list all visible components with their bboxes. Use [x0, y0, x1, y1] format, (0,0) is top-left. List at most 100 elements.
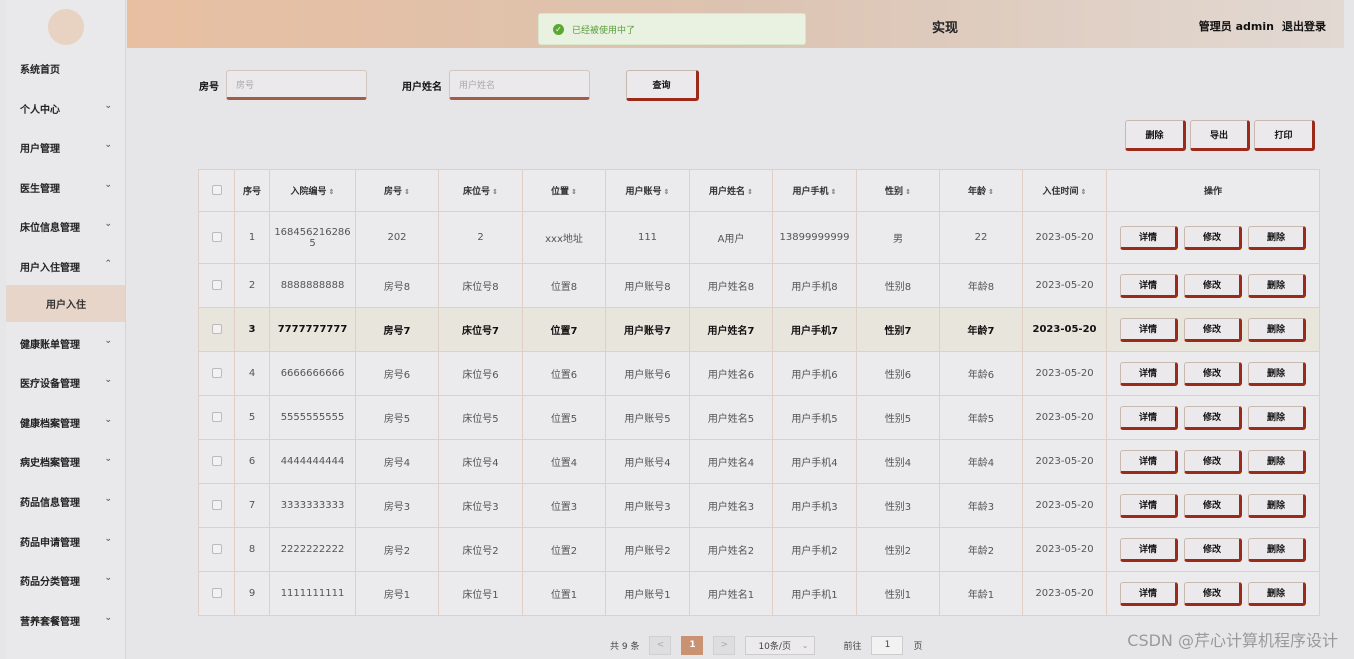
next-page-button[interactable]: > — [713, 635, 736, 655]
delete-button[interactable]: 删除 — [1248, 361, 1306, 386]
sort-icon[interactable]: ⇕ — [329, 188, 335, 196]
row-checkbox[interactable] — [211, 232, 222, 242]
edit-button[interactable]: 修改 — [1184, 581, 1242, 606]
sidebar-item-10[interactable]: 药品信息管理 ⌄ — [6, 481, 125, 521]
delete-button[interactable]: 删除 — [1248, 317, 1306, 342]
delete-button[interactable]: 删除 — [1248, 537, 1306, 562]
table-row[interactable]: 1 1684562162865 202 2 xxx地址 111 A用户 13899999999… — [198, 211, 1320, 264]
column-header[interactable]: 房号 ⇕ — [355, 169, 439, 212]
prev-page-button[interactable]: < — [649, 635, 672, 655]
sort-icon[interactable]: ⇕ — [905, 188, 911, 196]
table-cell: 男 — [856, 211, 940, 264]
goto-page-input[interactable]: 1 — [871, 635, 904, 655]
sort-icon[interactable]: ⇕ — [1081, 188, 1087, 196]
sort-icon[interactable]: ⇕ — [988, 188, 994, 196]
sidebar: 系统首页 个人中心 ⌄ 用户管理 ⌄ 医生管理 ⌄ 床位信息管理 ⌄ 用户入住管理 ⌃ 健康账单管理 ⌄… — [6, 0, 126, 659]
sidebar-item-2[interactable]: 用户管理 ⌄ — [6, 127, 125, 167]
detail-button[interactable]: 详情 — [1120, 317, 1178, 342]
edit-button[interactable]: 修改 — [1184, 537, 1242, 562]
detail-button[interactable]: 详情 — [1120, 449, 1178, 474]
print-button[interactable]: 打印 — [1254, 120, 1315, 151]
row-checkbox[interactable] — [211, 280, 222, 290]
edit-button[interactable]: 修改 — [1184, 317, 1242, 342]
room-input[interactable]: 房号 — [226, 70, 367, 100]
sidebar-item-4[interactable]: 床位信息管理 ⌄ — [6, 206, 125, 246]
detail-button[interactable]: 详情 — [1120, 493, 1178, 518]
page-size-select[interactable]: 10条/页 ⌄ — [745, 635, 816, 655]
table-cell: 用户手机2 — [772, 527, 857, 572]
batch-delete-button[interactable]: 删除 — [1125, 120, 1186, 151]
column-header[interactable]: 用户手机 ⇕ — [772, 169, 857, 212]
sidebar-item-7[interactable]: 医疗设备管理 ⌄ — [6, 362, 125, 402]
sidebar-item-0[interactable]: 系统首页 — [6, 48, 125, 88]
sidebar-subitem-user-checkin[interactable]: 用户入住 — [6, 285, 125, 322]
row-checkbox[interactable] — [211, 324, 222, 334]
table-row[interactable]: 7 3333333333 房号3 床位号3 位置3 用户账号3 用户姓名3 用户手机3 性别3 年… — [198, 483, 1320, 528]
table-row[interactable]: 6 4444444444 房号4 床位号4 位置4 用户账号4 用户姓名4 用户手机4 性别4 年… — [198, 439, 1320, 484]
sort-icon[interactable]: ⇕ — [492, 188, 498, 196]
column-header[interactable]: 性别 ⇕ — [856, 169, 940, 212]
sidebar-item-13[interactable]: 营养套餐管理 ⌄ — [6, 600, 125, 640]
table-cell: 2023-05-20 — [1022, 351, 1107, 396]
edit-button[interactable]: 修改 — [1184, 361, 1242, 386]
sort-icon[interactable]: ⇕ — [571, 188, 577, 196]
detail-button[interactable]: 详情 — [1120, 361, 1178, 386]
table-row[interactable]: 3 7777777777 房号7 床位号7 位置7 用户账号7 用户姓名7 用户手机7 性别7 年… — [198, 307, 1320, 352]
detail-button[interactable]: 详情 — [1120, 273, 1178, 298]
sidebar-item-9[interactable]: 病史档案管理 ⌄ — [6, 441, 125, 481]
detail-button[interactable]: 详情 — [1120, 537, 1178, 562]
sidebar-item-5[interactable]: 用户入住管理 ⌃ — [6, 246, 125, 286]
query-button[interactable]: 查询 — [626, 70, 699, 101]
delete-button[interactable]: 删除 — [1248, 493, 1306, 518]
sidebar-item-12[interactable]: 药品分类管理 ⌄ — [6, 560, 125, 600]
select-all-checkbox[interactable] — [211, 185, 222, 196]
table-row[interactable]: 5 5555555555 房号5 床位号5 位置5 用户账号5 用户姓名5 用户手机5 性别5 年… — [198, 395, 1320, 440]
sort-icon[interactable]: ⇕ — [404, 188, 410, 196]
sidebar-item-11[interactable]: 药品申请管理 ⌄ — [6, 521, 125, 561]
sort-icon[interactable]: ⇕ — [831, 188, 837, 196]
sidebar-item-6[interactable]: 健康账单管理 ⌄ — [6, 323, 125, 363]
table-row[interactable]: 9 1111111111 房号1 床位号1 位置1 用户账号1 用户姓名1 用户手机1 性别1 年… — [198, 571, 1320, 616]
page-1-button[interactable]: 1 — [681, 635, 704, 655]
export-button[interactable]: 导出 — [1190, 120, 1250, 151]
edit-button[interactable]: 修改 — [1184, 225, 1242, 250]
logout-link[interactable]: 退出登录 — [1282, 18, 1326, 34]
column-header-label: 用户姓名 — [709, 187, 746, 197]
detail-button[interactable]: 详情 — [1120, 405, 1178, 430]
edit-button[interactable]: 修改 — [1184, 493, 1242, 518]
table-row[interactable]: 2 8888888888 房号8 床位号8 位置8 用户账号8 用户姓名8 用户手机8 性别8 年… — [198, 263, 1320, 308]
column-header[interactable]: 入住时间 ⇕ — [1022, 169, 1107, 212]
sidebar-item-8[interactable]: 健康档案管理 ⌄ — [6, 402, 125, 442]
sort-icon[interactable]: ⇕ — [747, 188, 753, 196]
row-checkbox[interactable] — [211, 412, 222, 422]
row-checkbox[interactable] — [211, 588, 222, 598]
sidebar-item-3[interactable]: 医生管理 ⌄ — [6, 167, 125, 207]
column-header[interactable]: 位置 ⇕ — [522, 169, 606, 212]
column-header[interactable]: 用户账号 ⇕ — [605, 169, 690, 212]
row-checkbox[interactable] — [211, 544, 222, 554]
row-checkbox[interactable] — [211, 500, 222, 510]
detail-button[interactable]: 详情 — [1120, 225, 1178, 250]
sidebar-item-1[interactable]: 个人中心 ⌄ — [6, 88, 125, 128]
column-header-label: 床位号 — [463, 187, 491, 197]
column-header[interactable]: 用户姓名 ⇕ — [689, 169, 773, 212]
table-row[interactable]: 4 6666666666 房号6 床位号6 位置6 用户账号6 用户姓名6 用户手机6 性别6 年… — [198, 351, 1320, 396]
edit-button[interactable]: 修改 — [1184, 449, 1242, 474]
sort-icon[interactable]: ⇕ — [664, 188, 670, 196]
row-checkbox[interactable] — [211, 368, 222, 378]
delete-button[interactable]: 删除 — [1248, 273, 1306, 298]
edit-button[interactable]: 修改 — [1184, 273, 1242, 298]
delete-button[interactable]: 删除 — [1248, 405, 1306, 430]
avatar[interactable] — [48, 9, 84, 45]
detail-button[interactable]: 详情 — [1120, 581, 1178, 606]
delete-button[interactable]: 删除 — [1248, 581, 1306, 606]
row-checkbox[interactable] — [211, 456, 222, 466]
delete-button[interactable]: 删除 — [1248, 225, 1306, 250]
column-header[interactable]: 入院编号 ⇕ — [269, 169, 356, 212]
table-row[interactable]: 8 2222222222 房号2 床位号2 位置2 用户账号2 用户姓名2 用户手机2 性别2 年… — [198, 527, 1320, 572]
column-header[interactable]: 年龄 ⇕ — [939, 169, 1023, 212]
edit-button[interactable]: 修改 — [1184, 405, 1242, 430]
column-header[interactable]: 床位号 ⇕ — [438, 169, 523, 212]
delete-button[interactable]: 删除 — [1248, 449, 1306, 474]
user-name-input[interactable]: 用户姓名 — [449, 70, 590, 100]
